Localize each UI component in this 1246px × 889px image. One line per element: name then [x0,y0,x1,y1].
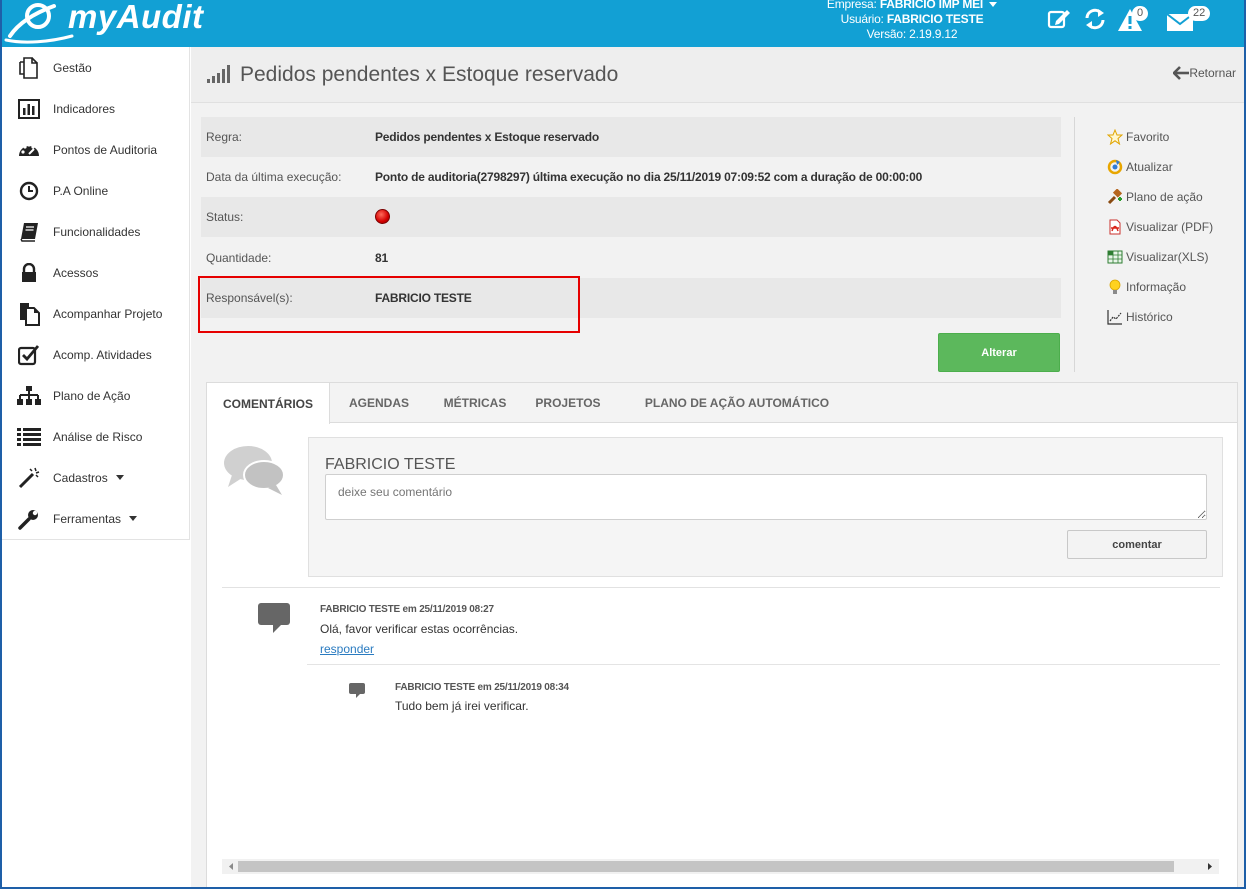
comment-text: Olá, favor verificar estas ocorrências. [320,622,519,636]
arrow-left-icon [1173,66,1190,80]
tabs-panel: COMENTÁRIOS AGENDAS MÉTRICAS PROJETOS PL… [206,382,1238,889]
lightbulb-icon [1106,278,1124,296]
sidebar-item-funcionalidades[interactable]: Funcionalidades [2,211,190,252]
tab-plano-de-acao-automatico[interactable]: PLANO DE AÇÃO AUTOMÁTICO [627,383,847,423]
gavel-icon [1106,188,1124,206]
copy-icon [16,56,42,80]
main-content: Pedidos pendentes x Estoque reservado Re… [191,47,1244,889]
lock-icon [16,261,42,285]
comment-bubble-icon [257,602,291,639]
comment-separator [307,664,1220,665]
cadastros-caret-icon [115,475,124,480]
scroll-right-icon[interactable] [1203,859,1217,874]
refresh-icon[interactable] [1083,8,1107,35]
comment-form-user: FABRICIO TESTE [325,456,456,473]
xls-icon [1106,248,1124,266]
comments-bubble-icon [222,443,288,502]
clock-icon [16,179,42,203]
sidebar-empty-area [2,540,190,889]
page-title: Pedidos pendentes x Estoque reservado [240,63,619,86]
tab-metricas[interactable]: MÉTRICAS [431,383,519,423]
action-favorito[interactable]: Favorito [1106,127,1169,147]
session-info[interactable]: Empresa: FABRICIO IMP MEI Usuário: FABRI… [812,0,1012,42]
files-icon [16,302,42,326]
sidebar-item-cadastros[interactable]: Cadastros [2,457,190,498]
bar-chart-icon [16,97,42,121]
horizontal-scroll-thumb[interactable] [238,861,1174,872]
sidebar-item-indicadores[interactable]: Indicadores [2,88,190,129]
top-header: myAudit Empresa: FABRICIO IMP MEI Usuári… [0,0,1246,47]
comments-list[interactable]: FABRICIO TESTE em 25/11/2019 08:27 Olá, … [222,587,1220,877]
comment-text: Tudo bem já irei verificar. [395,699,529,713]
sidebar-item-plano-de-acao[interactable]: Plano de Ação [2,375,190,416]
tab-projetos[interactable]: PROJETOS [527,383,609,423]
sidebar-item-gestao[interactable]: Gestão [2,47,190,88]
alerts-badge: 0 [1132,6,1149,21]
info-row-regra: Regra: Pedidos pendentes x Estoque reser… [201,117,1061,157]
logo-text: myAudit [68,0,204,35]
empresa-line[interactable]: Empresa: FABRICIO IMP MEI [812,0,1012,12]
alterar-button[interactable]: Alterar [938,333,1060,372]
sidebar-item-acomp-atividades[interactable]: Acomp. Atividades [2,334,190,375]
action-plano-de-acao[interactable]: Plano de ação [1106,187,1203,207]
messages-badge: 22 [1188,6,1211,21]
back-link[interactable]: Retornar [1173,66,1236,80]
wrench-icon [16,507,42,531]
dashboard-icon [16,138,42,162]
comment-input[interactable] [325,474,1207,520]
versao-line: Versão: 2.19.9.12 [866,27,958,41]
ferramentas-caret-icon [129,516,138,521]
tab-bar: COMENTÁRIOS AGENDAS MÉTRICAS PROJETOS PL… [207,383,1237,424]
page-header: Pedidos pendentes x Estoque reservado Re… [191,47,1244,103]
tab-comentarios[interactable]: COMENTÁRIOS [207,383,330,424]
star-icon [1106,128,1124,146]
edit-icon[interactable] [1047,8,1071,35]
app-logo[interactable]: myAudit [4,0,204,47]
comentar-button[interactable]: comentar [1067,530,1207,559]
comment-form: FABRICIO TESTE comentar [308,437,1223,577]
checkbox-icon [16,343,42,367]
list-icon [16,425,42,449]
refresh-color-icon [1106,158,1124,176]
book-icon [16,220,42,244]
action-visualizar-pdf[interactable]: Visualizar (PDF) [1106,217,1213,237]
action-atualizar[interactable]: Atualizar [1106,157,1173,177]
signal-bars-icon [207,65,231,88]
info-row-status: Status: [201,197,1061,237]
sidebar-item-pa-online[interactable]: P.A Online [2,170,190,211]
info-row-quantidade: Quantidade: 81 [206,251,388,265]
sidebar-item-acompanhar-projeto[interactable]: Acompanhar Projeto [2,293,190,334]
reply-bubble-icon [348,682,366,703]
action-visualizar-xls[interactable]: Visualizar(XLS) [1106,247,1208,267]
comment-head: FABRICIO TESTE em 25/11/2019 08:34 [395,682,569,693]
sidebar-item-pontos-de-auditoria[interactable]: Pontos de Auditoria [2,129,190,170]
logo-swoosh-icon [4,3,74,44]
sidebar-item-acessos[interactable]: Acessos [2,252,190,293]
tab-agendas[interactable]: AGENDAS [337,383,421,423]
sidebar-item-analise-de-risco[interactable]: Análise de Risco [2,416,190,457]
action-informacao[interactable]: Informação [1106,277,1186,297]
horizontal-scrollbar[interactable] [222,859,1219,874]
action-historico[interactable]: Histórico [1106,307,1173,327]
sidebar: Gestão Indicadores Pontos de Auditoria P… [2,47,190,540]
sidebar-item-ferramentas[interactable]: Ferramentas [2,498,190,539]
info-row-data: Data da última execução: Ponto de audito… [206,170,923,184]
magic-wand-icon [16,466,42,490]
reply-link[interactable]: responder [320,642,374,656]
empresa-caret-icon [989,2,998,8]
line-chart-icon [1106,308,1124,326]
scroll-left-icon[interactable] [224,859,238,874]
comment-head: FABRICIO TESTE em 25/11/2019 08:27 [320,604,494,615]
status-red-icon [375,209,390,224]
vertical-divider [1074,117,1075,372]
sitemap-icon [16,384,42,408]
pdf-icon [1106,218,1124,236]
responsavel-highlight-box [198,276,580,333]
usuario-line: Usuário: FABRICIO TESTE [840,12,984,26]
